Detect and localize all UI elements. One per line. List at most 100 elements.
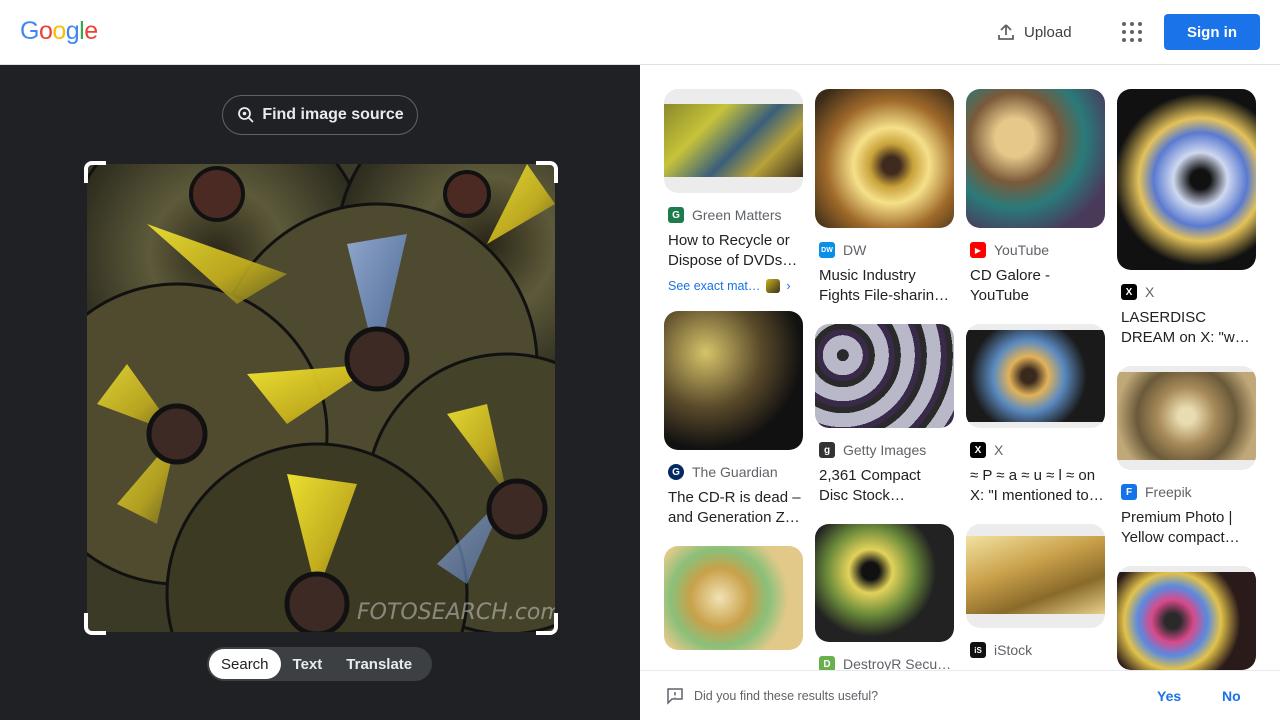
result-card[interactable]: X X ≈ P ≈ a ≈ u ≈ l ≈ on X: "I mentioned… xyxy=(966,324,1105,506)
apps-grid-icon[interactable] xyxy=(1118,18,1146,46)
tab-translate[interactable]: Translate xyxy=(334,649,424,679)
lens-search-icon xyxy=(238,107,254,123)
result-source: X X xyxy=(1117,282,1256,302)
tab-text[interactable]: Text xyxy=(281,649,335,679)
google-logo[interactable]: Google xyxy=(20,17,98,46)
istock-icon: iS xyxy=(970,642,986,658)
results-column-3: ▶ YouTube CD Galore - YouTube X X ≈ P ≈ … xyxy=(966,89,1105,670)
feedback-icon xyxy=(667,687,683,705)
result-source: g Getty Images xyxy=(815,440,954,460)
result-source-name: Green Matters xyxy=(692,207,782,223)
result-card[interactable] xyxy=(1117,566,1256,670)
feedback-bar: Did you find these results useful? Yes N… xyxy=(640,670,1280,720)
result-source: G Green Matters xyxy=(664,205,803,225)
logo-letter-g2: g xyxy=(65,17,80,45)
sign-in-button[interactable]: Sign in xyxy=(1164,14,1260,50)
result-source: D DestroyR Secu… xyxy=(815,654,954,670)
crop-handle-top-right[interactable] xyxy=(536,161,558,183)
guardian-icon: G xyxy=(668,464,684,480)
result-thumbnail[interactable] xyxy=(966,324,1105,428)
result-thumbnail[interactable] xyxy=(1117,366,1256,470)
result-source-name: X xyxy=(1145,284,1155,300)
result-source: iS iStock xyxy=(966,640,1105,660)
result-card[interactable]: D DestroyR Secu… xyxy=(815,524,954,670)
chevron-right-icon: › xyxy=(786,279,791,293)
crop-handle-bottom-right[interactable] xyxy=(536,613,558,635)
result-thumbnail[interactable] xyxy=(664,89,803,193)
lens-mode-tabs: Search Text Translate xyxy=(207,647,432,681)
result-thumbnail[interactable] xyxy=(815,524,954,642)
destroyr-icon: D xyxy=(819,656,835,670)
logo-letter-e: e xyxy=(84,17,98,45)
feedback-yes-button[interactable]: Yes xyxy=(1157,688,1181,704)
result-title[interactable]: The CD-R is dead – and Generation Z… xyxy=(664,488,803,528)
logo-letter-o2: o xyxy=(52,17,66,45)
query-image: FOTOSEARCH.com xyxy=(87,164,555,632)
result-thumbnail[interactable] xyxy=(1117,89,1256,270)
result-thumbnail[interactable] xyxy=(815,89,954,228)
results-column-4: X X LASERDISC DREAM on X: "we'll still i… xyxy=(1117,89,1256,670)
tab-search[interactable]: Search xyxy=(209,649,281,679)
upload-button[interactable]: Upload xyxy=(986,16,1082,48)
upload-label: Upload xyxy=(1024,23,1072,41)
see-exact-matches-link[interactable]: See exact mat… › xyxy=(664,279,803,293)
result-source-name: YouTube xyxy=(994,242,1050,258)
result-source-name: X xyxy=(994,442,1004,458)
result-title[interactable]: ≈ P ≈ a ≈ u ≈ l ≈ on X: "I mentioned to… xyxy=(966,466,1105,506)
logo-letter-o1: o xyxy=(38,17,53,45)
result-source-name: The Guardian xyxy=(692,464,778,480)
result-source-name: Getty Images xyxy=(843,442,927,458)
result-title[interactable]: 2,361 Compact Disc Stock Videos… xyxy=(815,466,954,506)
result-title[interactable]: CD Galore - YouTube xyxy=(966,266,1105,306)
visual-matches-grid: G Green Matters How to Recycle or Dispos… xyxy=(640,65,1280,670)
crop-handle-bottom-left[interactable] xyxy=(84,613,106,635)
green-matters-icon: G xyxy=(668,207,684,223)
result-thumbnail[interactable] xyxy=(966,524,1105,628)
crop-handle-top-left[interactable] xyxy=(84,161,106,183)
result-source: G The Guardian xyxy=(664,462,803,482)
results-column-1: G Green Matters How to Recycle or Dispos… xyxy=(664,89,803,668)
crop-selection[interactable]: FOTOSEARCH.com xyxy=(84,161,558,635)
result-card[interactable]: G The Guardian The CD-R is dead – and Ge… xyxy=(664,311,803,528)
find-image-source-button[interactable]: Find image source xyxy=(222,95,418,135)
see-exact-matches-label: See exact mat… xyxy=(668,279,761,293)
result-title[interactable]: Music Industry Fights File-sharin… xyxy=(815,266,954,306)
top-bar: Google Upload Sign in xyxy=(0,0,1280,65)
feedback-no-button[interactable]: No xyxy=(1222,688,1241,704)
result-card[interactable]: g Getty Images 2,361 Compact Disc Stock … xyxy=(815,324,954,506)
result-thumbnail[interactable] xyxy=(664,311,803,450)
result-source-name: DestroyR Secu… xyxy=(843,656,952,670)
result-source-name: DW xyxy=(843,242,867,258)
result-card[interactable]: X X LASERDISC DREAM on X: "we'll still i… xyxy=(1117,89,1256,348)
youtube-icon: ▶ xyxy=(970,242,986,258)
results-column-2: DW DW Music Industry Fights File-sharin…… xyxy=(815,89,954,670)
result-title[interactable]: Premium Photo | Yellow compact… xyxy=(1117,508,1256,548)
result-card[interactable] xyxy=(664,546,803,650)
result-card[interactable]: G Green Matters How to Recycle or Dispos… xyxy=(664,89,803,293)
find-image-source-label: Find image source xyxy=(262,106,404,123)
freepik-icon: F xyxy=(1121,484,1137,500)
result-thumbnail[interactable] xyxy=(815,324,954,428)
result-source: X X xyxy=(966,440,1105,460)
result-source-name: iStock xyxy=(994,642,1033,658)
logo-letter-g: G xyxy=(20,17,39,45)
query-image-panel: Find image source FOTOSEARCH.com Search … xyxy=(0,65,640,720)
result-title[interactable]: How to Recycle or Dispose of DVDs… xyxy=(664,231,803,271)
result-card[interactable]: F Freepik Premium Photo | Yellow compact… xyxy=(1117,366,1256,548)
feedback-question: Did you find these results useful? xyxy=(694,688,879,703)
result-source: ▶ YouTube xyxy=(966,240,1105,260)
result-card[interactable]: DW DW Music Industry Fights File-sharin… xyxy=(815,89,954,306)
exact-match-thumb-icon xyxy=(766,279,781,293)
x-icon: X xyxy=(1121,284,1137,300)
result-card[interactable]: ▶ YouTube CD Galore - YouTube xyxy=(966,89,1105,306)
result-thumbnail[interactable] xyxy=(966,89,1105,228)
result-thumbnail[interactable] xyxy=(1117,566,1256,670)
result-title[interactable]: LASERDISC DREAM on X: "we'll still int… xyxy=(1117,308,1256,348)
getty-images-icon: g xyxy=(819,442,835,458)
result-source: F Freepik xyxy=(1117,482,1256,502)
result-thumbnail[interactable] xyxy=(664,546,803,650)
result-source: DW DW xyxy=(815,240,954,260)
result-card[interactable]: iS iStock xyxy=(966,524,1105,660)
x-icon: X xyxy=(970,442,986,458)
upload-icon xyxy=(998,24,1014,40)
